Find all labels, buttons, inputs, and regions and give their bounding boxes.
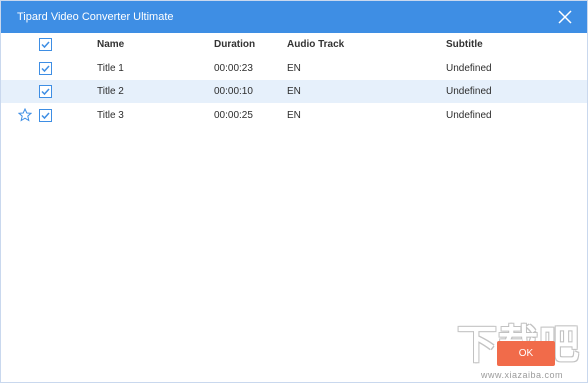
header-audio-track[interactable]: Audio Track [287,38,344,51]
star-icon [18,108,32,122]
row-name: Title 1 [97,63,124,74]
table-header: Name Duration Audio Track Subtitle [1,33,587,56]
checkmark-icon [41,65,50,73]
row-duration: 00:00:10 [214,86,253,97]
row-audio-track[interactable]: EN [287,62,301,75]
row-subtitle[interactable]: Undefined [446,62,492,75]
row-duration: 00:00:23 [214,63,253,74]
dialog-window: Tipard Video Converter Ultimate Name Dur… [0,0,588,383]
close-button[interactable] [557,9,573,25]
favorite-button[interactable] [18,108,32,122]
row-audio-track[interactable]: EN [287,85,301,98]
header-subtitle[interactable]: Subtitle [446,38,483,51]
close-icon [558,10,572,24]
select-all-checkbox[interactable] [39,38,52,51]
watermark-url: www.xiazaiba.com [481,370,564,380]
row-subtitle[interactable]: Undefined [446,109,492,122]
row-subtitle[interactable]: Undefined [446,85,492,98]
row-duration: 00:00:25 [214,110,253,121]
row-checkbox[interactable] [39,85,52,98]
row-audio-track[interactable]: EN [287,109,301,122]
ok-button[interactable]: OK [497,341,555,366]
row-name: Title 2 [97,86,124,97]
table-row[interactable]: Title 3 00:00:25 EN Undefined [1,104,587,127]
table-row[interactable]: Title 2 00:00:10 EN Undefined [1,80,587,103]
row-checkbox[interactable] [39,109,52,122]
header-name[interactable]: Name [97,38,124,51]
header-duration[interactable]: Duration [214,38,255,51]
checkmark-icon [41,112,50,120]
row-name: Title 3 [97,110,124,121]
window-title: Tipard Video Converter Ultimate [17,11,174,23]
title-bar: Tipard Video Converter Ultimate [1,1,587,33]
table-row[interactable]: Title 1 00:00:23 EN Undefined [1,57,587,80]
checkmark-icon [41,88,50,96]
row-checkbox[interactable] [39,62,52,75]
checkmark-icon [41,41,50,49]
